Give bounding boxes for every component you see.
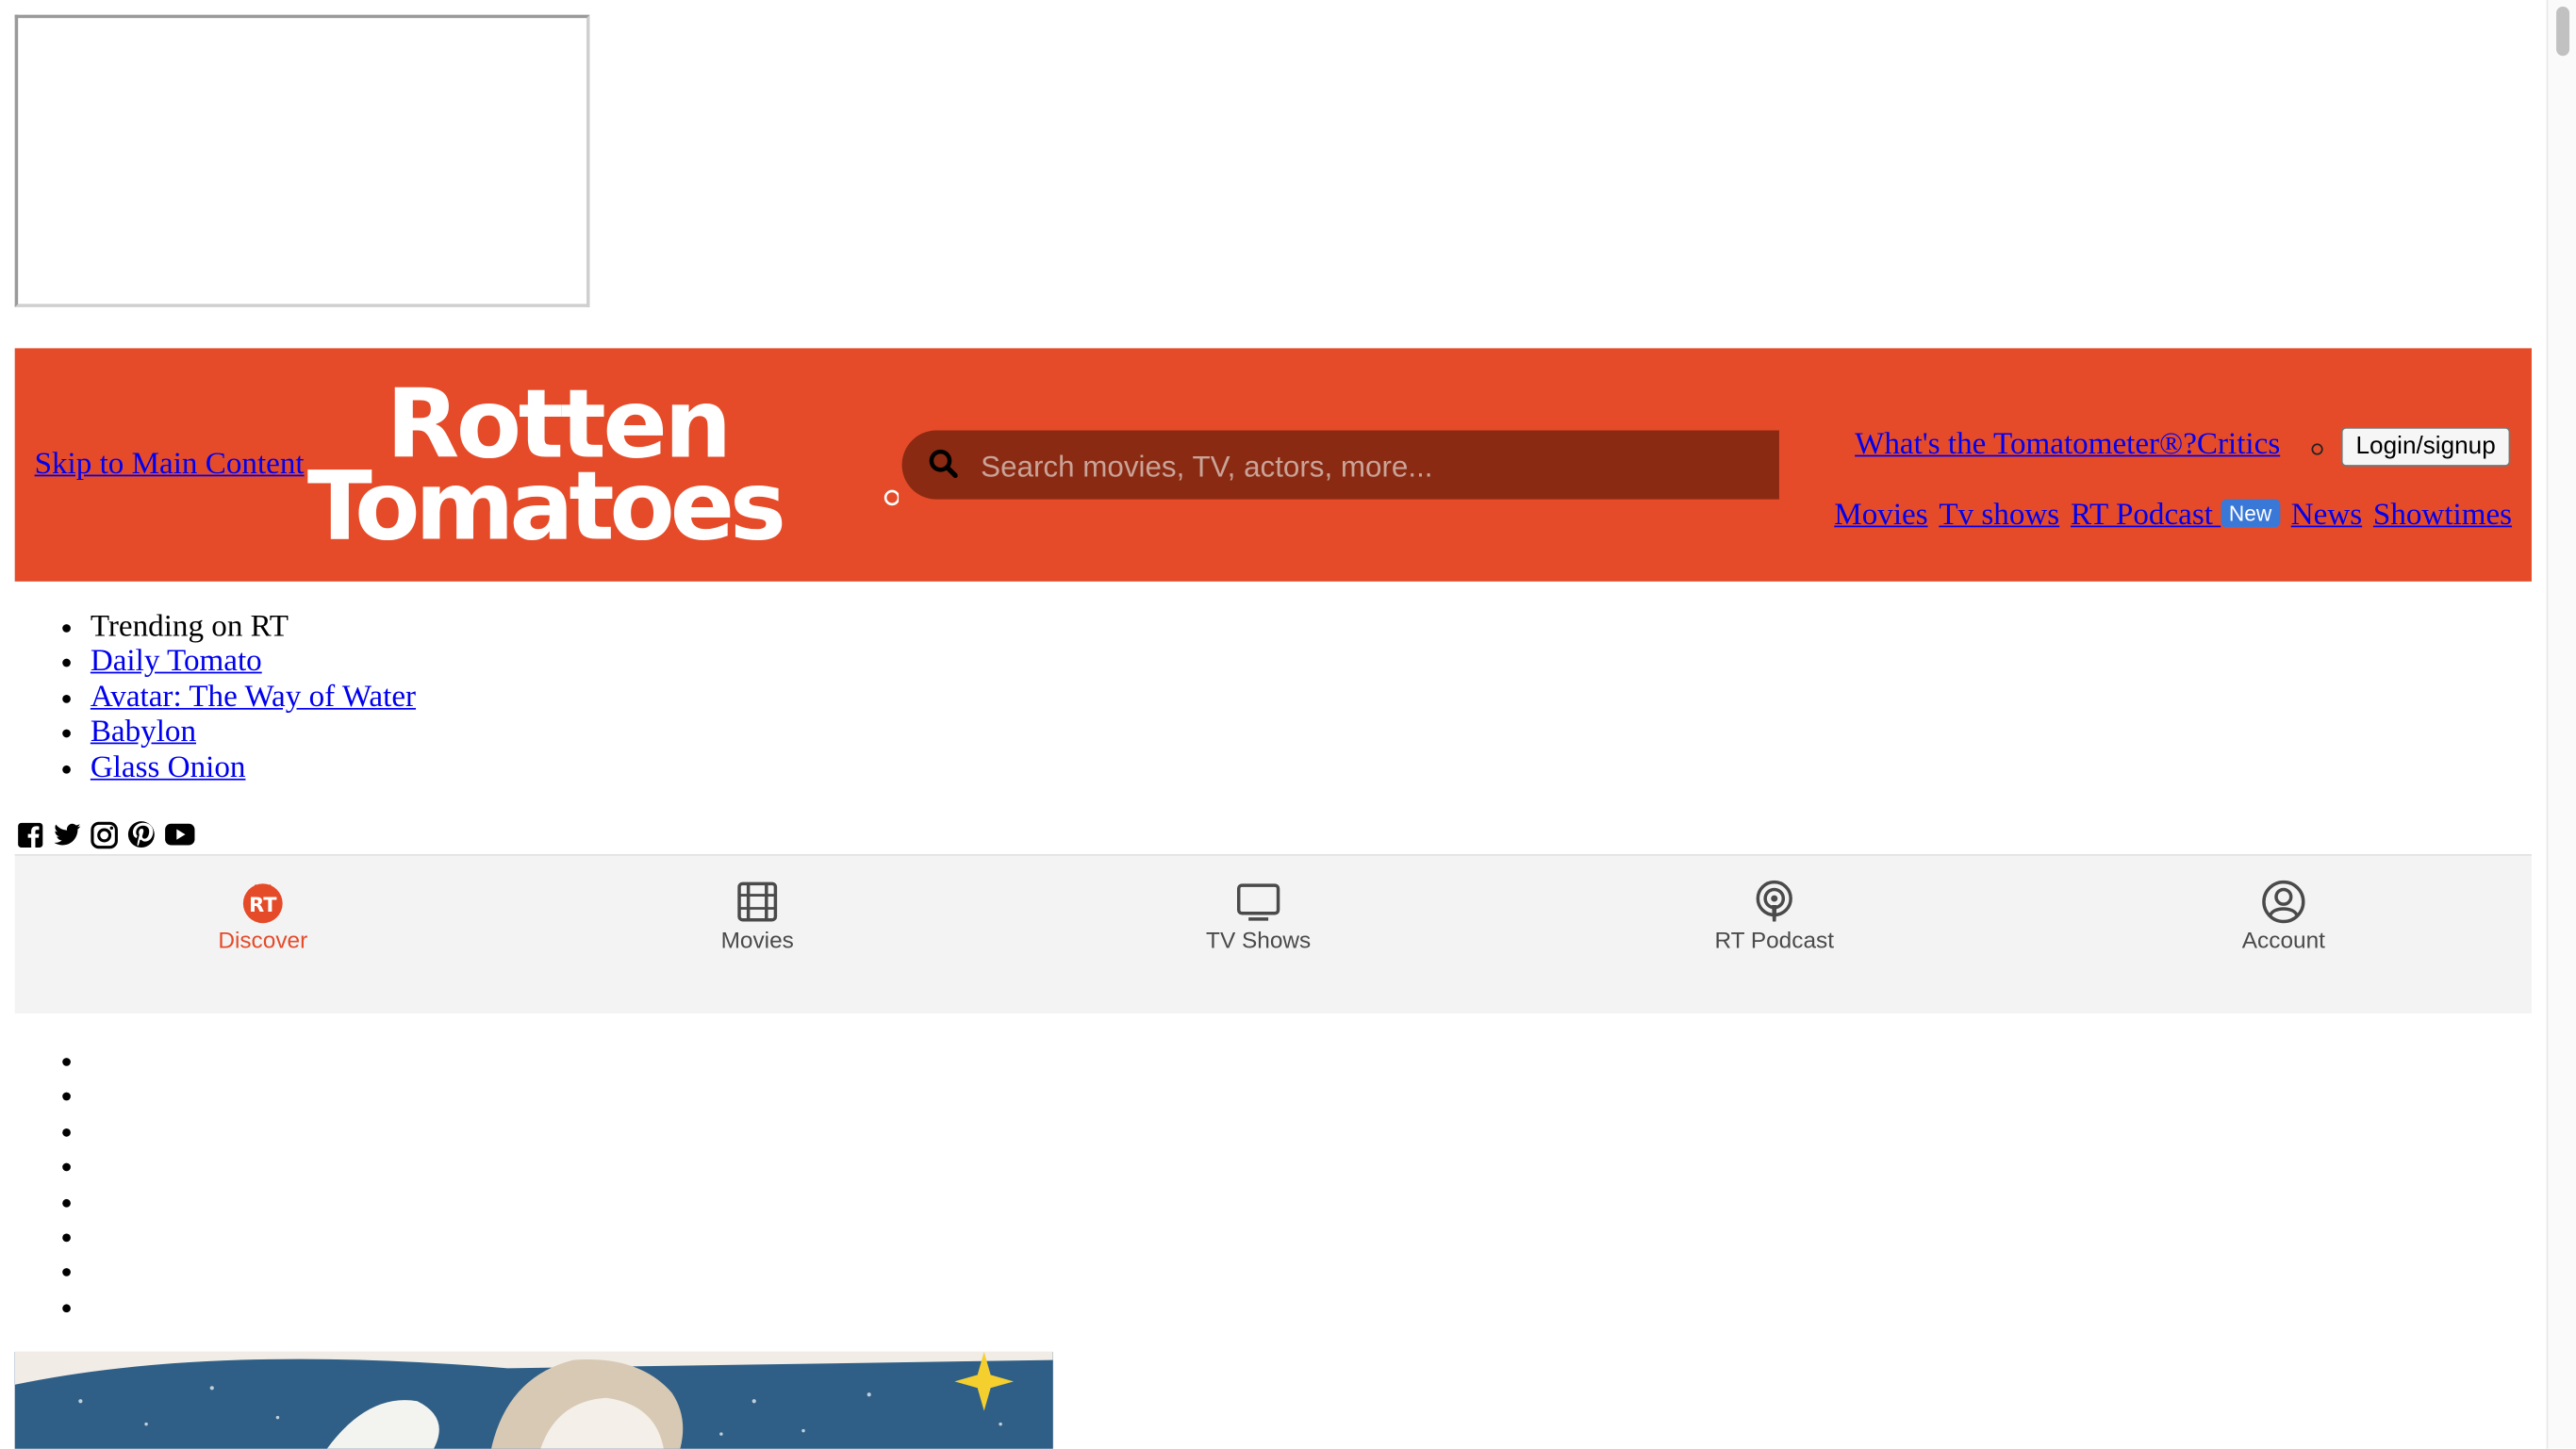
scrollbar[interactable] xyxy=(2546,0,2576,1449)
pinterest-icon[interactable] xyxy=(126,819,156,848)
nav-movies[interactable]: Movies xyxy=(1834,498,1927,533)
rotten-tomatoes-logo[interactable]: Rotten Tomatoes xyxy=(307,368,900,561)
podcast-icon xyxy=(1676,879,1873,925)
bottom-nav-rt-podcast[interactable]: RT Podcast xyxy=(1676,879,1873,953)
list-bullet xyxy=(2311,443,2323,455)
site-header: Skip to Main Content Rotten Tomatoes Wha… xyxy=(14,348,2532,582)
main-nav: Movies Tv shows RT Podcast New News Show… xyxy=(1831,498,2512,534)
list-item: Daily Tomato xyxy=(91,645,416,680)
youtube-icon[interactable] xyxy=(164,823,195,846)
search-input[interactable] xyxy=(977,439,1757,493)
bottom-nav-discover[interactable]: RT Discover xyxy=(164,879,361,953)
trending-link-glass-onion[interactable]: Glass Onion xyxy=(91,750,246,785)
bottom-nav-movies-label: Movies xyxy=(720,926,794,953)
skip-to-main-link[interactable]: Skip to Main Content xyxy=(35,447,305,483)
bottom-nav-account-label: Account xyxy=(2241,926,2325,953)
bottom-nav-rt-podcast-label: RT Podcast xyxy=(1714,926,1835,953)
nav-showtimes[interactable]: Showtimes xyxy=(2373,498,2512,533)
bottom-nav-bar: RT Discover Movies TV Shows RT Podcast A… xyxy=(14,854,2532,1014)
facebook-icon[interactable] xyxy=(16,820,44,848)
tv-icon xyxy=(1160,879,1357,925)
bottom-nav-discover-label: Discover xyxy=(218,926,308,953)
logo-text-tomatoes: Tomatoes xyxy=(307,450,783,552)
scrollbar-thumb[interactable] xyxy=(2556,6,2570,57)
ad-placeholder xyxy=(14,14,590,307)
search-bar[interactable] xyxy=(901,430,1779,500)
list-item: Babylon xyxy=(91,715,416,749)
instagram-icon[interactable] xyxy=(91,820,119,848)
list-item: Avatar: The Way of Water xyxy=(91,680,416,715)
bottom-nav-tv-shows-label: TV Shows xyxy=(1206,926,1312,953)
trending-link-avatar[interactable]: Avatar: The Way of Water xyxy=(91,680,416,715)
empty-list xyxy=(0,1043,91,1324)
hero-image[interactable] xyxy=(14,1351,1053,1449)
rt-logo-icon: RT xyxy=(164,879,361,925)
film-icon xyxy=(659,879,856,925)
new-badge: New xyxy=(2221,499,2280,528)
nav-tv-shows[interactable]: Tv shows xyxy=(1939,498,2059,533)
page: Skip to Main Content Rotten Tomatoes Wha… xyxy=(0,0,2576,1449)
bottom-nav-account[interactable]: Account xyxy=(2185,879,2382,953)
account-icon xyxy=(2185,879,2382,925)
trending-link-babylon[interactable]: Babylon xyxy=(91,715,196,749)
trending-label: Trending on RT xyxy=(91,609,416,644)
nav-rt-podcast-label: RT Podcast xyxy=(2070,497,2213,533)
trending-link-daily-tomato[interactable]: Daily Tomato xyxy=(91,645,262,680)
search-icon xyxy=(928,449,958,486)
login-signup-button[interactable]: Login/signup xyxy=(2340,427,2511,467)
nav-news[interactable]: News xyxy=(2291,498,2362,533)
svg-text:RT: RT xyxy=(249,894,277,916)
trending-list: Trending on RT Daily Tomato Avatar: The … xyxy=(0,609,416,784)
twitter-icon[interactable] xyxy=(53,821,82,848)
bottom-nav-tv-shows[interactable]: TV Shows xyxy=(1160,879,1357,953)
social-links xyxy=(16,819,195,848)
nav-rt-podcast[interactable]: RT Podcast New xyxy=(2071,498,2280,533)
bottom-nav-movies[interactable]: Movies xyxy=(659,879,856,953)
top-links: What's the Tomatometer®?Critics xyxy=(1855,427,2280,463)
tomatometer-link[interactable]: What's the Tomatometer®? xyxy=(1855,427,2197,462)
critics-link[interactable]: Critics xyxy=(2197,427,2280,462)
list-item: Glass Onion xyxy=(91,750,416,785)
